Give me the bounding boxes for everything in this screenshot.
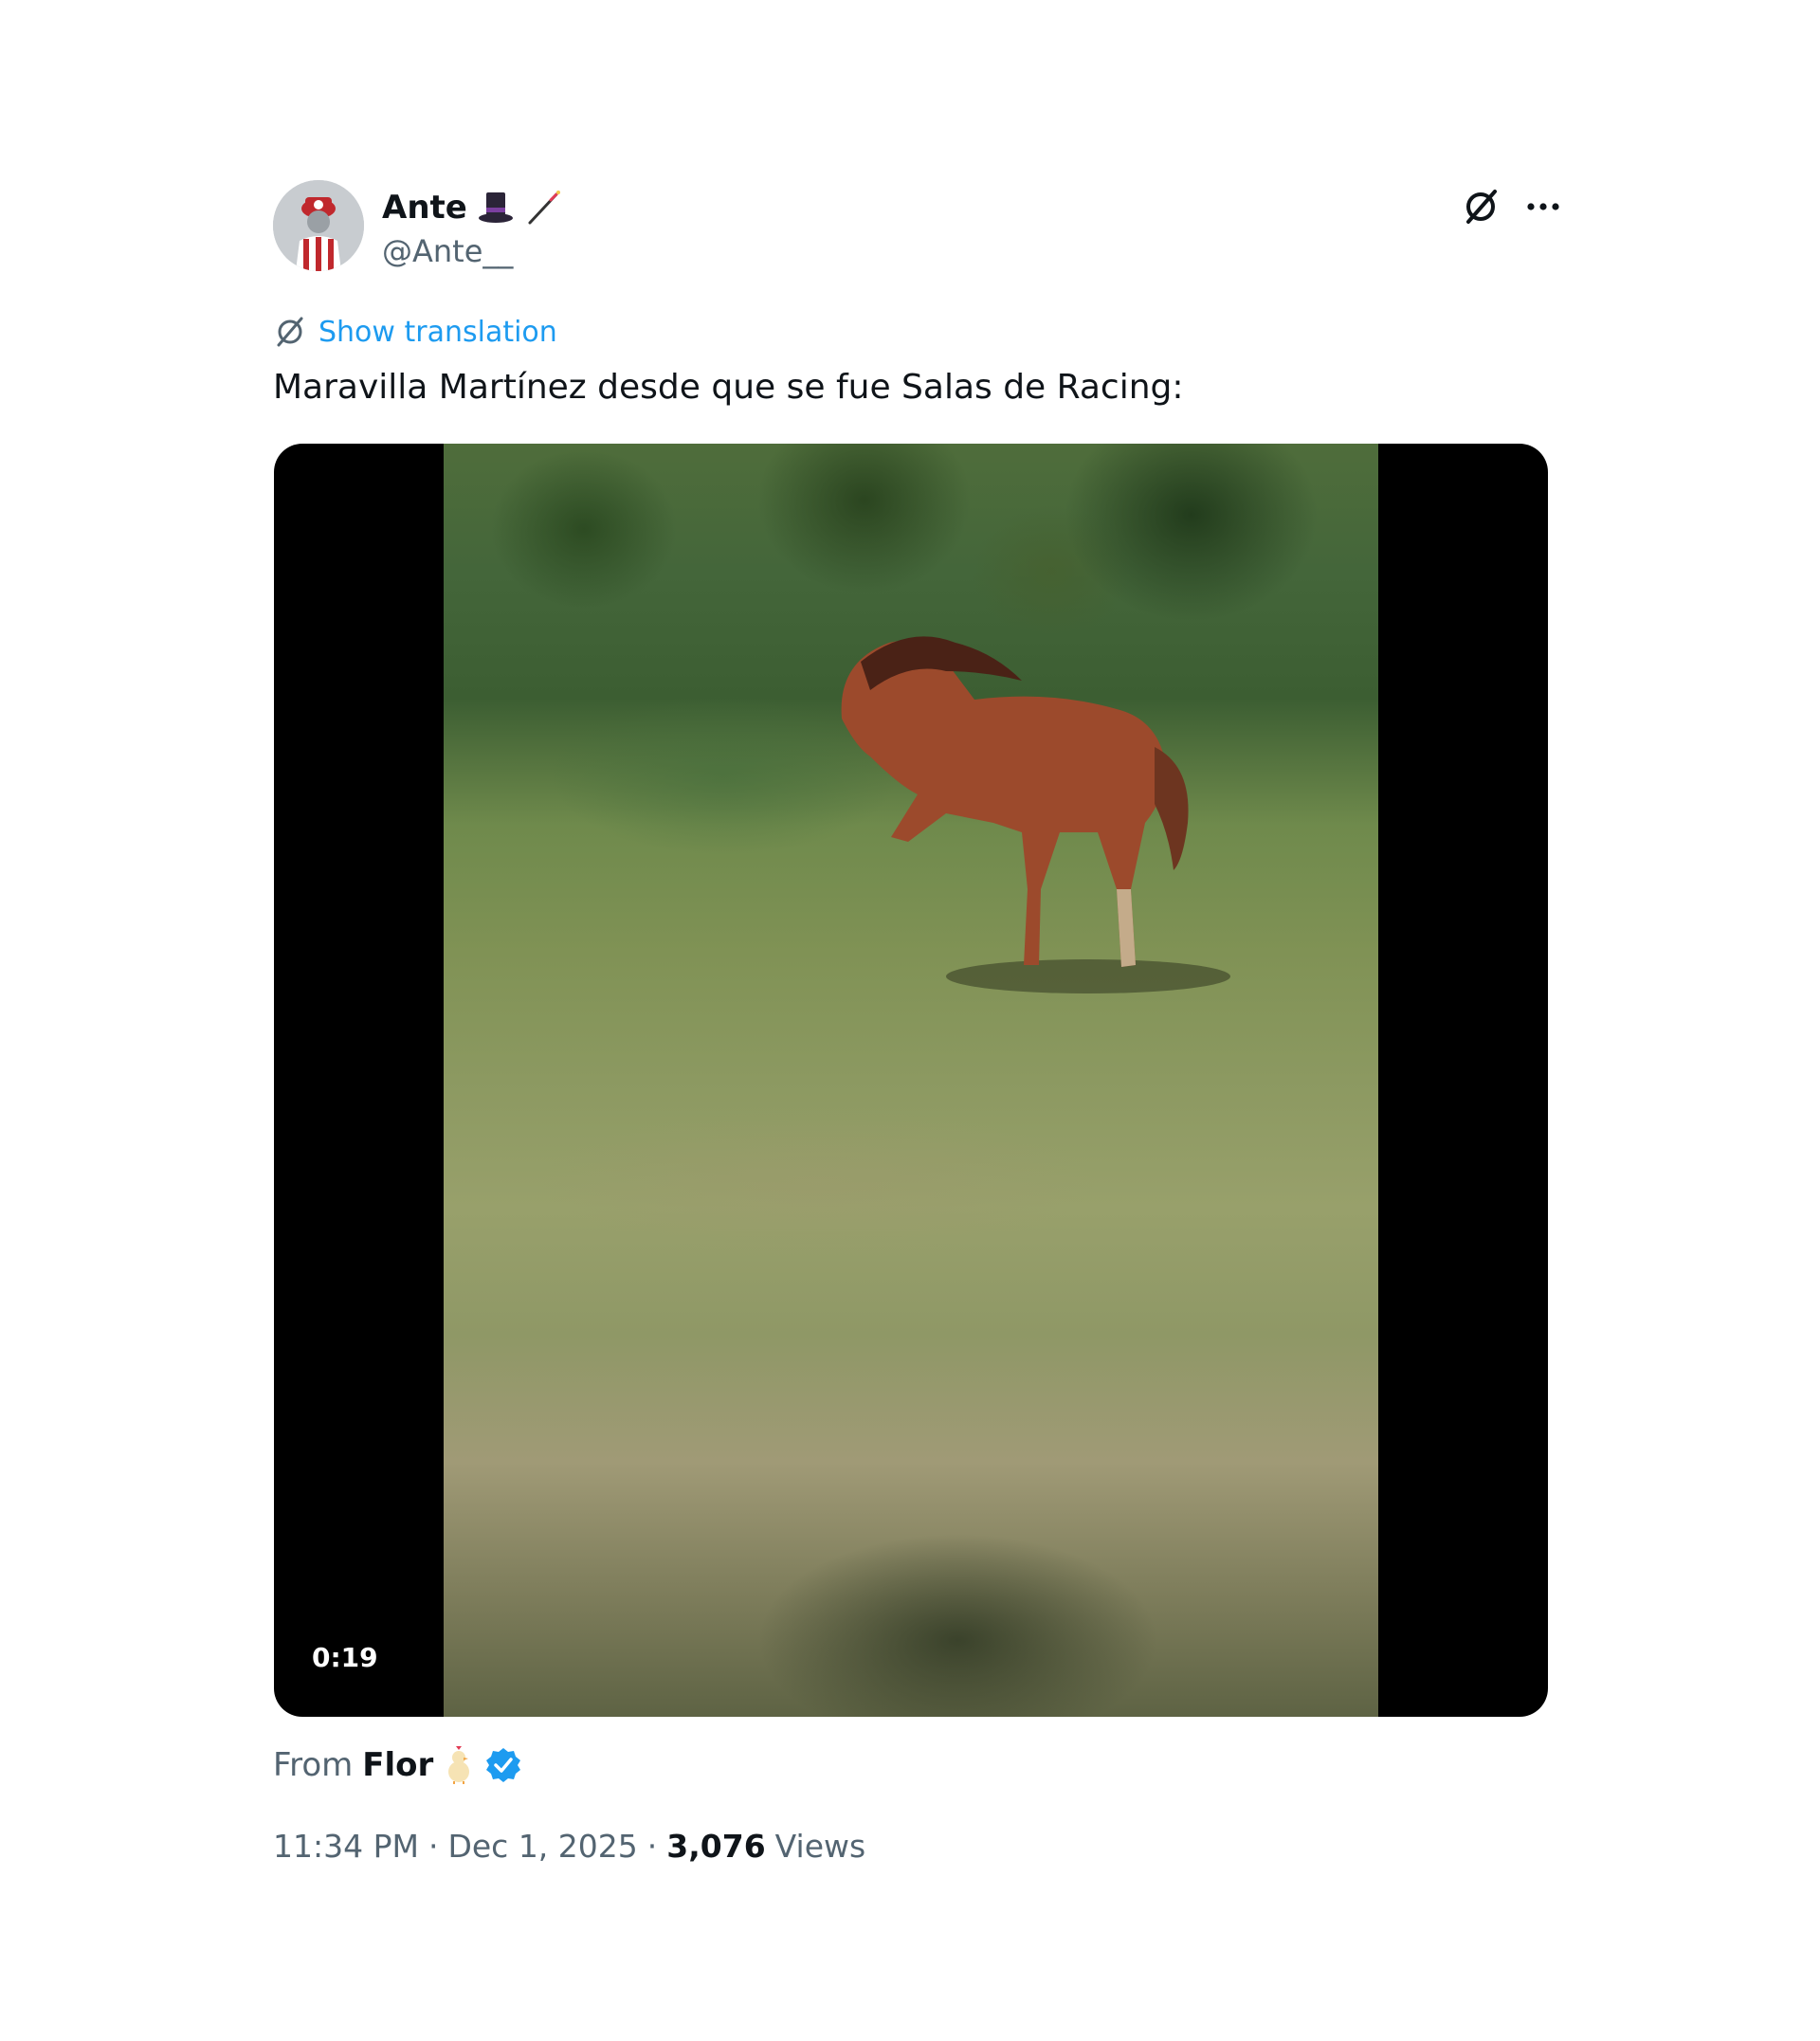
author-name-row[interactable]: Ante xyxy=(382,187,562,228)
show-translation-label[interactable]: Show translation xyxy=(318,316,557,349)
video-frame[interactable] xyxy=(444,444,1378,1717)
meta-separator: · xyxy=(646,1828,658,1865)
views-count: 3,076 xyxy=(666,1828,766,1865)
tweet-text: Maravilla Martínez desde que se fue Sala… xyxy=(273,368,1184,407)
video-source-row[interactable]: From Flor xyxy=(273,1744,522,1786)
from-label: From xyxy=(273,1746,354,1784)
more-button[interactable] xyxy=(1522,186,1564,228)
grok-button[interactable] xyxy=(1460,186,1502,228)
avatar[interactable] xyxy=(273,180,364,271)
views-label: Views xyxy=(774,1828,866,1865)
more-dots-icon xyxy=(1527,203,1559,210)
racing-mascot-avatar-icon xyxy=(273,180,364,271)
display-name[interactable]: Ante xyxy=(382,189,467,227)
chick-icon xyxy=(448,1746,470,1784)
grok-icon xyxy=(277,317,303,347)
tweet-card: Ante @Ante__ Show translation Maravilla … xyxy=(0,0,1820,2041)
grok-icon xyxy=(1466,190,1497,224)
magic-wand-icon xyxy=(528,191,560,225)
verified-badge-icon xyxy=(486,1748,521,1782)
show-translation-link[interactable]: Show translation xyxy=(273,315,557,349)
top-hat-icon xyxy=(478,192,513,223)
video-player[interactable]: 0:19 xyxy=(274,444,1548,1717)
meta-separator: · xyxy=(428,1828,439,1865)
source-name[interactable]: Flor xyxy=(362,1746,433,1784)
video-duration: 0:19 xyxy=(312,1642,378,1673)
tweet-date[interactable]: Dec 1, 2025 xyxy=(447,1828,637,1865)
tweet-meta: 11:34 PM · Dec 1, 2025 · 3,076 Views xyxy=(273,1828,865,1865)
horse-image xyxy=(841,636,1230,993)
author-handle[interactable]: @Ante__ xyxy=(382,233,513,269)
tweet-time[interactable]: 11:34 PM xyxy=(273,1828,419,1865)
